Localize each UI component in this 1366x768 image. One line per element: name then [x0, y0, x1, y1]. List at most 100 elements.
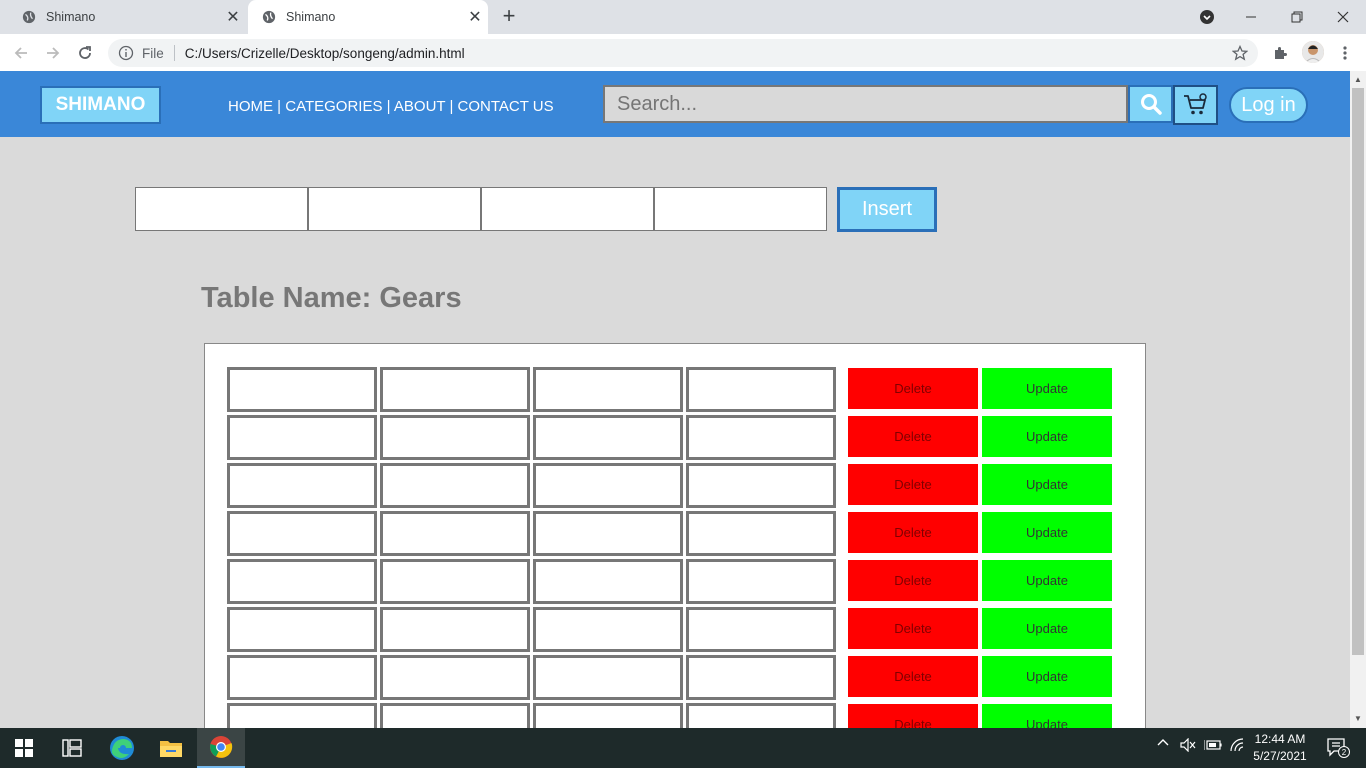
table-cell [686, 463, 836, 508]
table-cell [686, 415, 836, 460]
table-cell [380, 415, 530, 460]
forward-arrow-icon[interactable] [40, 40, 66, 66]
table-cell [227, 655, 377, 700]
search-icon [1140, 94, 1162, 115]
site-header: SHIMANO HOME | CATEGORIES | ABOUT | CONT… [0, 71, 1350, 137]
volume-muted-icon[interactable] [1180, 737, 1196, 755]
delete-button[interactable]: Delete [848, 368, 978, 409]
nav-separator: | [273, 98, 286, 115]
clock-time: 12:44 AM [1254, 732, 1306, 746]
battery-icon[interactable] [1203, 738, 1222, 755]
wifi-icon[interactable] [1230, 738, 1246, 755]
table-cell [380, 607, 530, 652]
search-input[interactable] [603, 85, 1128, 123]
table-cell [686, 367, 836, 412]
scroll-down-arrow-icon[interactable]: ▼ [1354, 714, 1362, 723]
table-cell [533, 463, 683, 508]
table-cell [227, 511, 377, 556]
table-cell [686, 607, 836, 652]
delete-button[interactable]: Delete [848, 656, 978, 697]
back-arrow-icon[interactable] [8, 40, 34, 66]
task-view-icon[interactable] [48, 728, 96, 768]
table-cell [380, 367, 530, 412]
restore-icon[interactable] [1274, 0, 1320, 34]
update-button[interactable]: Update [982, 608, 1112, 649]
windows-start-icon[interactable] [0, 728, 48, 768]
table-cell [533, 511, 683, 556]
notification-count: 2 [1342, 748, 1347, 757]
browser-tabstrip: Shimano ✕ Shimano ✕ + [0, 0, 1366, 34]
nav-separator: | [382, 98, 394, 115]
update-button[interactable]: Update [982, 512, 1112, 553]
delete-button[interactable]: Delete [848, 608, 978, 649]
table-cell [686, 511, 836, 556]
nav-link-home[interactable]: HOME [228, 98, 273, 115]
scrollbar-thumb[interactable] [1352, 88, 1364, 655]
insert-button[interactable]: Insert [837, 187, 937, 232]
page-scrollbar[interactable]: ▲ ▼ [1350, 71, 1366, 728]
address-bar[interactable]: File C:/Users/Crizelle/Desktop/songeng/a… [108, 39, 1258, 67]
scheme-label: File [142, 45, 164, 61]
table-cell [533, 607, 683, 652]
nav-separator: | [445, 98, 458, 115]
update-button[interactable]: Update [982, 416, 1112, 457]
profile-avatar[interactable] [1302, 41, 1324, 63]
delete-button[interactable]: Delete [848, 512, 978, 553]
table-cell [533, 559, 683, 604]
nav-link-categories[interactable]: CATEGORIES [285, 98, 382, 115]
table-cell [533, 415, 683, 460]
table-cell [380, 559, 530, 604]
insert-field-1[interactable] [135, 187, 308, 231]
browser-tab-2[interactable]: Shimano ✕ [248, 0, 488, 34]
update-button[interactable]: Update [982, 368, 1112, 409]
info-icon[interactable] [118, 45, 134, 61]
cart-button[interactable] [1173, 85, 1218, 125]
insert-field-3[interactable] [481, 187, 654, 231]
gears-table: Delete Update Delete Update Delete Update Dele… [204, 343, 1146, 748]
tab-search-icon[interactable] [1184, 0, 1230, 34]
nav-link-contact[interactable]: CONTACT US [458, 98, 554, 115]
system-clock[interactable]: 12:44 AM 5/27/2021 [1250, 731, 1310, 765]
search-button[interactable] [1128, 85, 1173, 123]
reload-icon[interactable] [72, 40, 98, 66]
window-close-icon[interactable] [1320, 0, 1366, 34]
notification-center-icon[interactable]: 2 [1318, 728, 1358, 768]
windows-taskbar: 12:44 AM 5/27/2021 2 [0, 728, 1366, 768]
update-button[interactable]: Update [982, 656, 1112, 697]
tab-title: Shimano [46, 10, 96, 24]
close-icon[interactable]: ✕ [462, 7, 488, 27]
edge-browser-icon[interactable] [98, 728, 146, 768]
update-button[interactable]: Update [982, 464, 1112, 505]
file-explorer-icon[interactable] [147, 728, 195, 768]
address-separator [173, 45, 175, 61]
extensions-puzzle-icon[interactable] [1269, 42, 1291, 64]
globe-icon [262, 10, 276, 24]
table-cell [380, 511, 530, 556]
new-tab-button[interactable]: + [498, 5, 520, 29]
table-cell [686, 559, 836, 604]
site-logo[interactable]: SHIMANO [40, 86, 161, 124]
kebab-menu-icon[interactable] [1334, 42, 1356, 64]
tray-chevron-up-icon[interactable] [1157, 737, 1169, 752]
browser-tab-1[interactable]: Shimano ✕ [8, 0, 246, 34]
table-cell [227, 367, 377, 412]
close-icon[interactable]: ✕ [220, 7, 246, 27]
update-button[interactable]: Update [982, 560, 1112, 601]
delete-button[interactable]: Delete [848, 416, 978, 457]
delete-button[interactable]: Delete [848, 560, 978, 601]
login-button[interactable]: Log in [1229, 87, 1308, 123]
cart-icon [1183, 93, 1207, 115]
table-cell [227, 463, 377, 508]
table-title: Table Name: Gears [201, 282, 462, 314]
bookmark-star-icon[interactable] [1232, 45, 1248, 61]
minimize-icon[interactable] [1228, 0, 1274, 34]
chrome-browser-icon[interactable] [197, 728, 245, 768]
nav-link-about[interactable]: ABOUT [394, 98, 445, 115]
insert-field-4[interactable] [654, 187, 827, 231]
delete-button[interactable]: Delete [848, 464, 978, 505]
scroll-up-arrow-icon[interactable]: ▲ [1354, 75, 1362, 84]
tab-title: Shimano [286, 10, 336, 24]
address-url[interactable]: C:/Users/Crizelle/Desktop/songeng/admin.… [185, 46, 465, 61]
insert-field-2[interactable] [308, 187, 481, 231]
table-cell [380, 655, 530, 700]
